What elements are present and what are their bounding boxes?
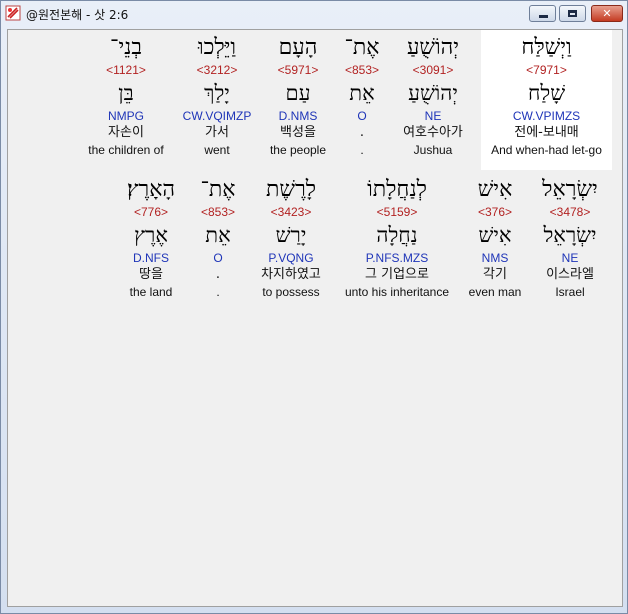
morphology-code: D.NMS [278,109,318,123]
app-logo-icon [5,5,21,21]
word-cell[interactable]: וַיְשַׁלַּח <7971> שָׁלַח CW.VPIMZS 전에-보… [481,34,612,158]
hebrew-word: וַיְשַׁלַּח [521,35,572,60]
strong-number[interactable]: <776> [112,204,190,220]
minimize-icon [539,15,548,18]
title-bar[interactable]: @원전본해 - 삿 2:6 ✕ [1,1,627,27]
korean-gloss: 땅을 [139,267,163,282]
english-gloss: went [204,143,230,157]
close-icon: ✕ [602,7,612,20]
korean-gloss: . [215,267,221,282]
hebrew-lemma: יִשְׂרָאֵל [543,223,597,247]
hebrew-word: יִשְׂרָאֵל [542,177,598,202]
app-window: @원전본해 - 삿 2:6 ✕ וַיְשַׁלַּח <7971> שָׁלַ… [0,0,628,614]
korean-gloss: 이스라엘 [546,267,594,282]
word-cell[interactable]: יְהוֹשֻׁעַ <3091> יְהוֹשֻׁעַ NE 여호수아가 Ju… [388,34,478,158]
strong-number[interactable]: <853> [192,204,244,220]
hebrew-lemma: יָרַשׁ [275,223,307,247]
korean-gloss: 각기 [483,267,507,282]
hebrew-lemma: עַם [285,81,311,105]
word-cell[interactable]: הָעָם <5971> עַם D.NMS 백성을 the people [260,34,336,158]
close-button[interactable]: ✕ [591,5,623,22]
hebrew-lemma: אֶרֶץ [134,223,168,247]
morphology-code: O [213,251,223,265]
hebrew-word: הָעָם [278,35,318,60]
strong-number[interactable]: <5971> [260,62,336,78]
strong-number[interactable]: <5159> [336,204,458,220]
word-cell[interactable]: יִשְׂרָאֵל <3478> יִשְׂרָאֵל NE 이스라엘 Isr… [532,176,608,300]
english-gloss: the children of [88,143,164,157]
strong-number[interactable]: <7971> [481,62,612,78]
word-cell[interactable]: לָרֶשֶׁת <3423> יָרַשׁ P.VQNG 차지하였고 to p… [248,176,334,300]
korean-gloss: . [359,125,365,140]
morphology-code: NE [561,251,579,265]
morphology-code: NMS [481,251,509,265]
word-cell[interactable]: אֶת־ <853> אֵת O . . [338,34,386,158]
word-cell[interactable]: הָאָרֶץ׃ <776> אֶרֶץ D.NFS 땅을 the land [112,176,190,300]
english-gloss: unto his inheritance [344,285,450,299]
english-gloss: Israel [555,285,585,299]
english-gloss: . [360,143,364,157]
morphology-code: CW.VPIMZS [512,109,581,123]
hebrew-word: אִישׁ [477,177,513,202]
maximize-button[interactable] [559,5,586,22]
strong-number[interactable]: <376> [460,204,530,220]
morphology-code: P.VQNG [268,251,314,265]
hebrew-word: הָאָרֶץ׃ [126,177,176,202]
morphology-code: O [357,109,367,123]
strong-number[interactable]: <1121> [78,62,174,78]
hebrew-lemma: אִישׁ [478,223,512,247]
word-cell[interactable]: אֶת־ <853> אֵת O . . [192,176,244,300]
english-gloss: the people [269,143,327,157]
hebrew-lemma: נַחֲלָה [376,223,418,247]
hebrew-lemma: יָלַךְ [204,81,230,105]
window-title: @원전본해 - 삿 2:6 [26,8,129,22]
hebrew-word: אֶת־ [344,35,380,60]
morphology-code: D.NFS [133,251,169,265]
word-cell[interactable]: אִישׁ <376> אִישׁ NMS 각기 even man [460,176,530,300]
hebrew-word: בְנֵי־ [110,35,142,60]
verse-panel: וַיְשַׁלַּח <7971> שָׁלַח CW.VPIMZS 전에-보… [7,29,623,607]
english-gloss: And when-had let-go [491,143,602,157]
strong-number[interactable]: <853> [338,62,386,78]
korean-gloss: 여호수아가 [403,125,463,140]
word-cell[interactable]: לְנַחֲלָתוֹ <5159> נַחֲלָה P.NFS.MZS 그 기… [336,176,458,300]
english-gloss: . [216,285,220,299]
strong-number[interactable]: <3478> [532,204,608,220]
word-cell[interactable]: וַיֵּלְכוּ <3212> יָלַךְ CW.VQIMZP 가서 we… [176,34,258,158]
maximize-icon [568,10,577,17]
korean-gloss: 차지하였고 [261,267,321,282]
hebrew-lemma: בֵּן [118,81,134,105]
strong-number[interactable]: <3091> [388,62,478,78]
english-gloss: the land [129,285,173,299]
english-gloss: Jushua [413,143,453,157]
hebrew-lemma: אֵת [349,81,375,105]
hebrew-word: לְנַחֲלָתוֹ [367,177,427,202]
hebrew-lemma: יְהוֹשֻׁעַ [408,81,458,105]
hebrew-lemma: אֵת [205,223,231,247]
hebrew-word: וַיֵּלְכוּ [197,35,237,60]
morphology-code: P.NFS.MZS [365,251,429,265]
strong-number[interactable]: <3212> [176,62,258,78]
english-gloss: to possess [262,285,320,299]
english-gloss: even man [468,285,522,299]
morphology-code: NE [424,109,442,123]
minimize-button[interactable] [529,5,556,22]
hebrew-word: אֶת־ [200,177,236,202]
korean-gloss: 전에-보내매 [514,125,579,140]
korean-gloss: 자손이 [108,125,144,140]
hebrew-lemma: שָׁלַח [527,81,566,105]
korean-gloss: 가서 [205,125,229,140]
hebrew-word: לָרֶשֶׁת [265,177,317,202]
morphology-code: NMPG [108,109,144,123]
hebrew-word: יְהוֹשֻׁעַ [406,35,460,60]
korean-gloss: 백성을 [280,125,316,140]
korean-gloss: 그 기업으로 [365,267,429,282]
morphology-code: CW.VQIMZP [182,109,252,123]
word-cell[interactable]: בְנֵי־ <1121> בֵּן NMPG 자손이 the children… [78,34,174,158]
strong-number[interactable]: <3423> [248,204,334,220]
